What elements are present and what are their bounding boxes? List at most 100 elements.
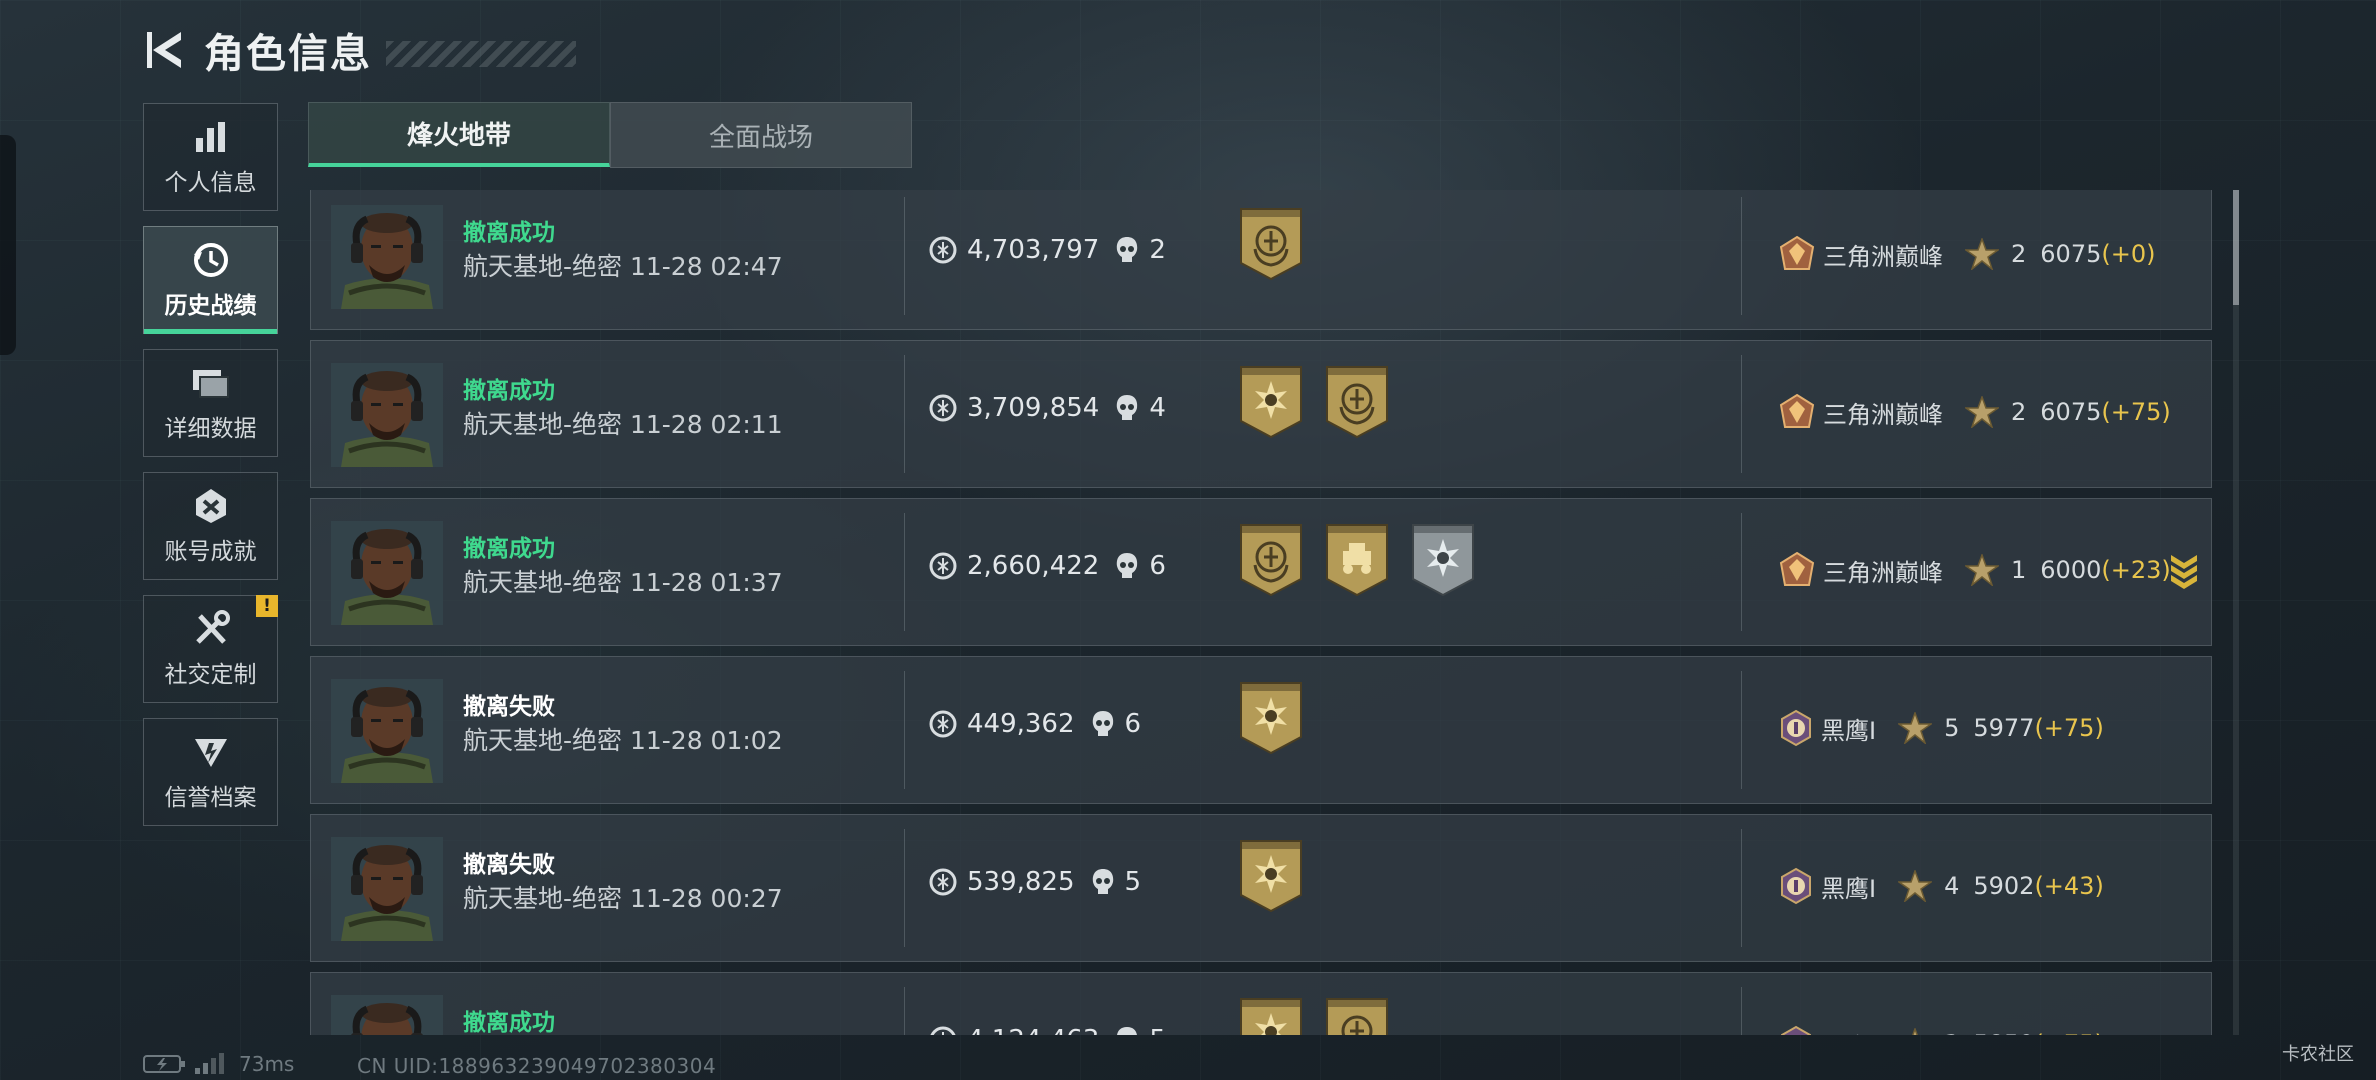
value-and-kills: 4,703,797 2: [929, 235, 1166, 265]
gold-vehicle-badge[interactable]: [1323, 521, 1391, 597]
black-hawk-rank-icon: [1777, 1025, 1815, 1035]
kills: 6: [1091, 709, 1142, 739]
nav-label: 信誉档案: [164, 785, 257, 811]
score-delta: (+75): [2101, 398, 2171, 426]
kills: 5: [1091, 867, 1142, 897]
extraction-result: 撤离失败: [463, 852, 555, 878]
star-icon: [1898, 870, 1933, 902]
kills: 6: [1115, 551, 1166, 581]
rank-info: 三角洲巅峰 2 6075 (+0): [1777, 235, 2155, 273]
match-record-row[interactable]: 撤离成功 航天基地-绝密 11-28 02:11 3,709,854 4 三角洲巅峰 2 6…: [310, 340, 2212, 488]
title-decoration: [386, 41, 576, 67]
nav-item-history[interactable]: 历史战绩: [143, 226, 278, 334]
notification-badge: !: [256, 595, 278, 617]
extracted-value: 449,362: [967, 709, 1075, 739]
operator-avatar: [331, 521, 443, 625]
gold-laurel-badge[interactable]: [1237, 205, 1305, 281]
silver-burst-badge[interactable]: [1409, 521, 1477, 597]
star-icon: [1898, 712, 1933, 744]
gold-laurel-badge[interactable]: [1323, 995, 1391, 1035]
bar-chart-icon: [190, 117, 232, 157]
divider: [904, 987, 905, 1035]
tab-hazard-zone[interactable]: 烽火地带: [308, 102, 610, 167]
match-record-row[interactable]: 撤离成功 航天基地-绝密 11-28 02:47 4,703,797 2 三角洲巅峰 2 6…: [310, 190, 2212, 330]
map-and-time: 航天基地-绝密 11-28 02:47: [463, 252, 783, 281]
nav-label: 社交定制: [164, 662, 257, 688]
nav-label: 详细数据: [164, 416, 257, 442]
kills: 4: [1115, 393, 1166, 423]
operator-avatar: [331, 363, 443, 467]
divider: [1741, 671, 1742, 789]
gold-laurel-badge[interactable]: [1323, 363, 1391, 439]
gold-burst-badge[interactable]: [1237, 995, 1305, 1035]
kill-count: 5: [1124, 867, 1142, 897]
star-icon: [1965, 554, 1999, 586]
delta-peak-rank-icon: [1777, 551, 1817, 589]
rank-name: 黑鹰I: [1821, 1027, 1876, 1036]
score-delta: (+75): [2034, 714, 2104, 742]
value-and-kills: 4,124,463 5: [929, 1025, 1166, 1035]
match-record-row[interactable]: 撤离成功航天基地-绝密 11-27 05:204,124,4635黑鹰I3585…: [310, 972, 2212, 1035]
credit-shield-icon: [190, 732, 232, 772]
folders-icon: [190, 363, 232, 403]
rank-score: 6075: [2040, 240, 2102, 268]
nav-label: 账号成就: [164, 539, 257, 565]
star-count: 1: [2011, 556, 2027, 584]
nav-item-detailed-data[interactable]: 详细数据: [143, 349, 278, 457]
page-title: 角色信息: [204, 31, 372, 77]
star-count: 3: [1944, 1030, 1959, 1035]
scrollbar-thumb[interactable]: [2233, 190, 2239, 305]
kill-count: 6: [1124, 709, 1142, 739]
gold-burst-badge[interactable]: [1237, 837, 1305, 913]
nav-label: 历史战绩: [164, 293, 257, 319]
gold-burst-badge[interactable]: [1237, 363, 1305, 439]
gold-burst-badge[interactable]: [1237, 679, 1305, 755]
operator-avatar: [331, 205, 443, 309]
map-and-time: 航天基地-绝密 11-28 00:27: [463, 884, 783, 913]
black-hawk-rank-icon: [1777, 867, 1815, 905]
rank-score: 5902: [1973, 872, 2035, 900]
extracted-value: 4,703,797: [967, 235, 1100, 265]
left-edge-handle[interactable]: [0, 135, 16, 355]
extracted-value: 4,124,463: [967, 1025, 1099, 1035]
achievement-icon: [190, 486, 232, 526]
nav-item-achievements[interactable]: 账号成就: [143, 472, 278, 580]
extraction-result: 撤离失败: [463, 694, 555, 720]
nav-item-personal-info[interactable]: 个人信息: [143, 103, 278, 211]
score-delta: (+75): [2034, 1030, 2103, 1035]
star-count: 4: [1944, 872, 1960, 900]
divider: [904, 671, 905, 789]
rank-info: 黑鹰I 4 5902 (+43): [1777, 867, 2104, 905]
back-button[interactable]: [140, 25, 190, 75]
coin-icon: [929, 394, 957, 422]
divider: [904, 513, 905, 631]
divider: [1741, 197, 1742, 315]
gold-laurel-badge[interactable]: [1237, 521, 1305, 597]
skull-icon: [1115, 394, 1139, 422]
sidebar-nav: 个人信息 历史战绩 详细数据 账号成就 ! 社交定制 信誉档案: [143, 103, 278, 841]
operator-avatar: [331, 679, 443, 783]
badge-list: [1237, 363, 1409, 439]
badge-list: [1237, 837, 1323, 913]
delta-peak-rank-icon: [1777, 393, 1817, 431]
coin-icon: [929, 710, 957, 738]
match-record-row[interactable]: 撤离失败 航天基地-绝密 11-28 01:02 449,362 6 黑鹰I 5 5977(…: [310, 656, 2212, 804]
tab-full-battlefield[interactable]: 全面战场: [610, 102, 912, 168]
match-record-row[interactable]: 撤离成功 航天基地-绝密 11-28 01:37 2,660,422 6 三角洲巅峰 1 6…: [310, 498, 2212, 646]
match-history-list[interactable]: 撤离成功 航天基地-绝密 11-28 02:47 4,703,797 2 三角洲巅峰 2 6…: [308, 190, 2216, 1035]
score-delta: (+43): [2034, 872, 2104, 900]
scrollbar[interactable]: [2233, 190, 2239, 1035]
coin-icon: [929, 1026, 957, 1035]
battery-charging-icon: [143, 1055, 185, 1073]
operator-avatar: [331, 837, 443, 941]
kill-count: 4: [1149, 393, 1166, 423]
tools-icon: [190, 609, 232, 649]
nav-item-social-custom[interactable]: ! 社交定制: [143, 595, 278, 703]
map-and-time: 航天基地-绝密 11-28 01:37: [463, 568, 783, 597]
match-record-row[interactable]: 撤离失败 航天基地-绝密 11-28 00:27 539,825 5 黑鹰I 4 5902(…: [310, 814, 2212, 962]
nav-item-credit-file[interactable]: 信誉档案: [143, 718, 278, 826]
skull-icon: [1115, 1026, 1139, 1035]
kill-count: 2: [1149, 235, 1166, 265]
extracted-value: 2,660,422: [967, 551, 1100, 581]
extracted-value: 539,825: [967, 867, 1075, 897]
